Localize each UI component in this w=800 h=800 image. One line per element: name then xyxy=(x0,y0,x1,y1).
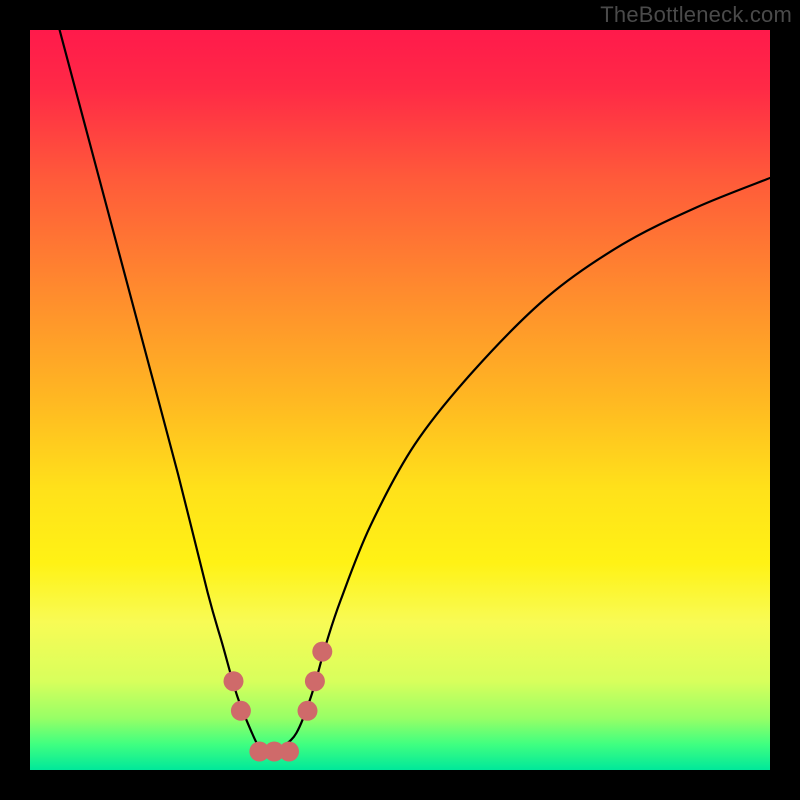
bottleneck-curve xyxy=(60,30,770,756)
watermark-text: TheBottleneck.com xyxy=(600,2,792,28)
curve-marker xyxy=(231,701,251,721)
curve-marker xyxy=(305,671,325,691)
curve-layer xyxy=(30,30,770,770)
curve-marker xyxy=(312,642,332,662)
curve-markers xyxy=(224,642,333,762)
plot-area xyxy=(30,30,770,770)
chart-frame: TheBottleneck.com xyxy=(0,0,800,800)
curve-marker xyxy=(298,701,318,721)
curve-marker xyxy=(279,742,299,762)
curve-marker xyxy=(224,671,244,691)
